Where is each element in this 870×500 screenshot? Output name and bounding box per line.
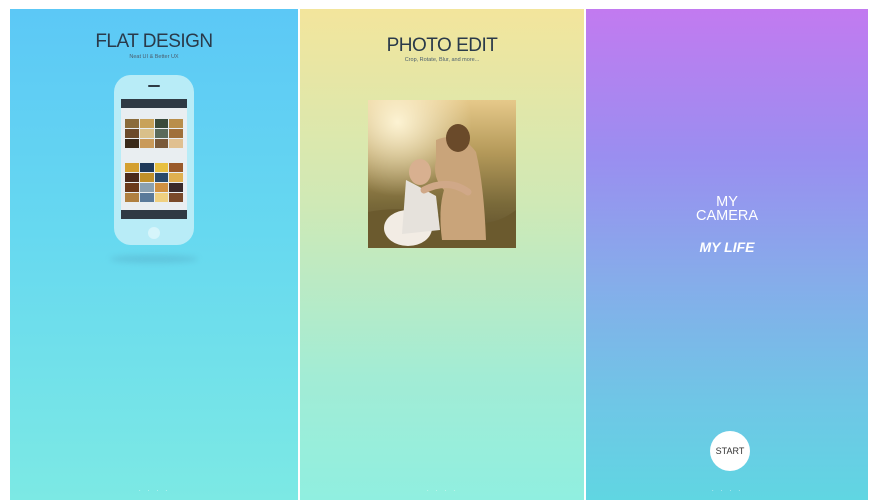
logo-line-camera: CAMERA (695, 208, 759, 224)
my-camera-panel: MY CAMERA MY LIFE START · · · · (586, 9, 868, 500)
gallery-grid-bottom (125, 163, 183, 202)
page-indicator: · · · · (711, 486, 743, 495)
phone-shadow (110, 255, 198, 263)
start-button[interactable]: START (710, 431, 750, 471)
page-indicator: · · · · (138, 486, 170, 495)
page-indicator: · · · · (426, 486, 458, 495)
logo-line-my: MY (716, 194, 738, 210)
phone-mockup (114, 75, 194, 245)
gallery-grid-top (125, 119, 183, 148)
photo-edit-subtitle: Crop, Rotate, Blur, and more... (404, 57, 480, 63)
phone-speaker (148, 85, 160, 87)
screen-bottom-bar (121, 210, 187, 219)
flat-design-subtitle: Neat UI & Better UX (129, 54, 179, 60)
photo-edit-title: PHOTO EDIT (386, 35, 498, 56)
logo-line-my-life: MY LIFE (699, 239, 755, 255)
photo-edit-panel: PHOTO EDIT Crop, Rotate, Blur, and more.… (300, 9, 584, 500)
phone-screen (121, 99, 187, 219)
app-screens: FLAT DESIGN Neat UI & Better UX · · · · … (10, 9, 868, 500)
flat-design-title: FLAT DESIGN (95, 31, 213, 52)
sample-photo (368, 100, 516, 248)
my-camera-logo: MY CAMERA (586, 194, 868, 224)
home-button-icon (148, 227, 160, 239)
flat-design-panel: FLAT DESIGN Neat UI & Better UX · · · · (10, 9, 298, 500)
screen-top-bar (121, 99, 187, 108)
